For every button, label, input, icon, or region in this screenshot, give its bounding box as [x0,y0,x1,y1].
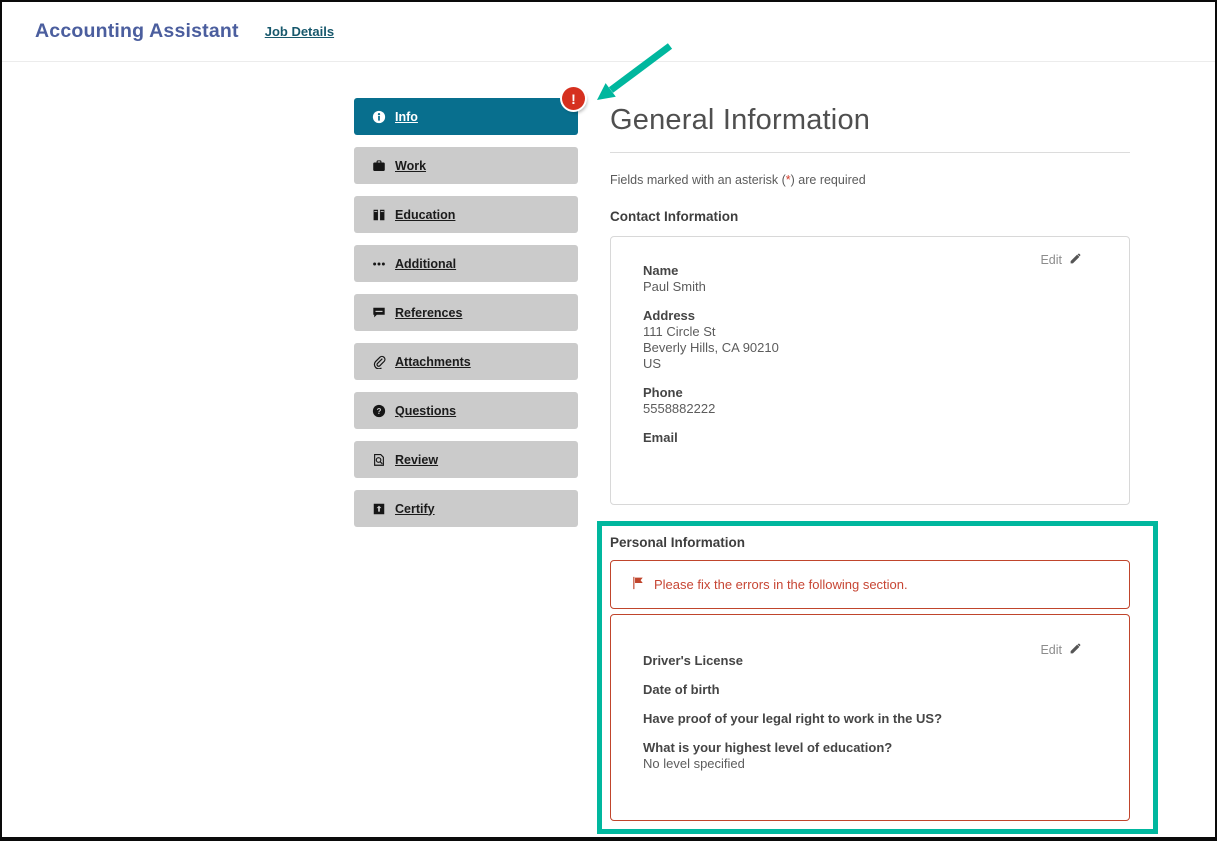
page-title: Accounting Assistant [35,20,239,43]
field-value: No level specified [643,756,1089,772]
field-label: Email [643,430,1089,446]
header: Accounting Assistant Job Details [2,2,1215,62]
sidebar-tab-info[interactable]: Info! [354,98,578,135]
flag-icon [631,576,645,593]
personal-fields: Driver's License Date of birth Have proo… [643,653,1089,772]
contact-information-card: Edit Name Paul Smith Address 111 Circle … [610,236,1130,505]
speech-icon [372,306,386,320]
contact-information-title: Contact Information [610,209,1130,224]
personal-information-card: Edit Driver's License Date of birth Have… [610,614,1130,821]
field-group: What is your highest level of education?… [643,740,1089,772]
svg-text:?: ? [377,406,382,415]
field-value: Paul Smith [643,279,1089,295]
paperclip-icon [372,355,386,369]
field-label: Phone [643,385,1089,401]
sidebar-tab-label: Additional [395,257,456,271]
required-fields-note: Fields marked with an asterisk (*) are r… [610,173,1130,187]
field-group: Have proof of your legal right to work i… [643,711,1089,727]
sidebar-tab-label: Questions [395,404,456,418]
field-group: Driver's License [643,653,1089,669]
sidebar-tab-label: Certify [395,502,435,516]
field-group: Phone 5558882222 [643,385,1089,417]
contact-fields: Name Paul Smith Address 111 Circle StBev… [643,263,1089,446]
main-content: General Information Fields marked with a… [610,98,1130,821]
error-badge: ! [562,87,585,110]
sidebar-tab-additional[interactable]: Additional [354,245,578,282]
sidebar-tab-label: Review [395,453,438,467]
field-value: US [643,356,1089,372]
sidebar-tab-references[interactable]: References [354,294,578,331]
section-nav-sidebar: Info! Work Education Additional References At… [354,98,578,539]
edit-personal-button[interactable]: Edit [1040,642,1082,658]
field-group: Email [643,430,1089,446]
doc-search-icon [372,453,386,467]
sidebar-tab-label: Info [395,110,418,124]
field-value: 111 Circle St [643,324,1089,340]
sidebar-tab-attachments[interactable]: Attachments [354,343,578,380]
field-group: Date of birth [643,682,1089,698]
field-group: Name Paul Smith [643,263,1089,295]
sidebar-tab-label: Work [395,159,426,173]
sidebar-tab-label: Attachments [395,355,471,369]
sidebar-tab-education[interactable]: Education [354,196,578,233]
error-message: Please fix the errors in the following s… [654,577,908,592]
sidebar-tab-review[interactable]: Review [354,441,578,478]
sidebar-tab-certify[interactable]: Certify [354,490,578,527]
field-label: Name [643,263,1089,279]
sidebar-tab-work[interactable]: Work [354,147,578,184]
field-value: Beverly Hills, CA 90210 [643,340,1089,356]
personal-information-title: Personal Information [610,535,1130,550]
field-label: Address [643,308,1089,324]
field-label: What is your highest level of education? [643,740,1089,756]
field-value: 5558882222 [643,401,1089,417]
job-details-link[interactable]: Job Details [265,24,334,39]
error-banner: Please fix the errors in the following s… [610,560,1130,609]
general-information-heading: General Information [610,104,1130,137]
pencil-icon [1069,252,1082,268]
question-icon: ? [372,404,386,418]
edit-contact-button[interactable]: Edit [1040,252,1082,268]
sidebar-tab-questions[interactable]: ? Questions [354,392,578,429]
application-window: Accounting Assistant Job Details Info! Wo… [0,0,1217,841]
ellipsis-icon [372,257,386,271]
pencil-icon [1069,642,1082,658]
heading-divider [610,152,1130,153]
certificate-icon [372,502,386,516]
briefcase-icon [372,159,386,173]
book-icon [372,208,386,222]
sidebar-tab-label: Education [395,208,455,222]
field-label: Date of birth [643,682,1089,698]
sidebar-tab-label: References [395,306,462,320]
field-label: Have proof of your legal right to work i… [643,711,1089,727]
info-icon [372,110,386,124]
field-group: Address 111 Circle StBeverly Hills, CA 9… [643,308,1089,372]
field-label: Driver's License [643,653,1089,669]
